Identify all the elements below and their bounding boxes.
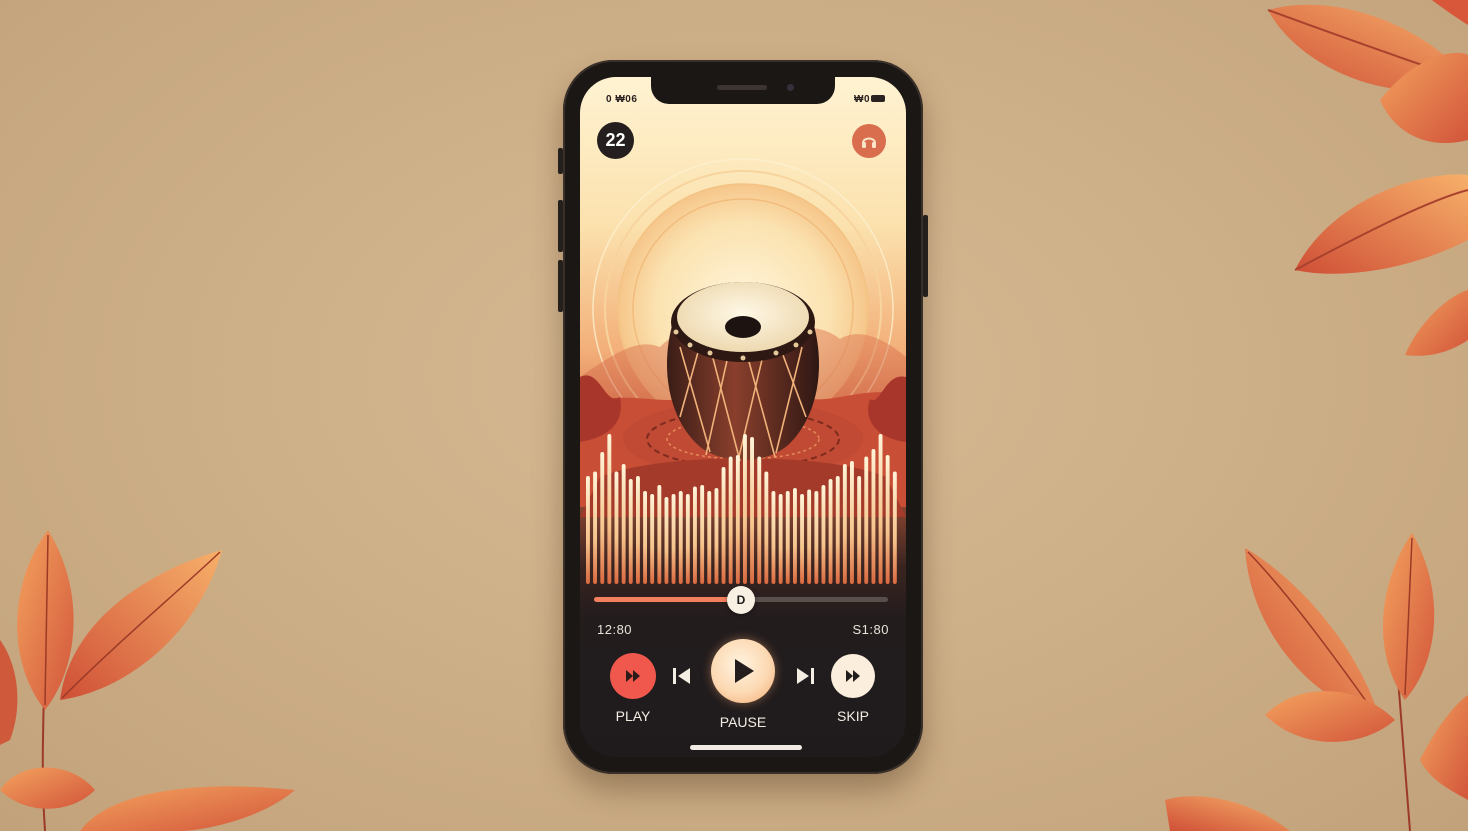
previous-icon	[673, 668, 690, 684]
visualizer-bar	[593, 471, 597, 584]
visualizer-bar	[771, 491, 776, 584]
visualizer-bar	[600, 452, 605, 584]
volume-up-button	[558, 200, 563, 252]
visualizer-bar	[828, 479, 833, 584]
visualizer-bar	[700, 485, 705, 584]
total-time: S1:80	[852, 622, 889, 637]
battery-icon	[871, 95, 885, 102]
play-icon	[735, 659, 754, 683]
visualizer-bar	[636, 476, 640, 584]
visualizer-bar	[850, 461, 854, 584]
progress-thumb[interactable]: D	[727, 586, 755, 614]
visualizer-bar	[821, 485, 826, 584]
visualizer-bar	[707, 491, 712, 584]
visualizer-bar	[586, 476, 590, 584]
earpiece-speaker	[717, 85, 767, 90]
play-pause-button[interactable]	[711, 639, 775, 703]
next-button[interactable]	[791, 666, 817, 691]
previous-button[interactable]	[670, 666, 696, 691]
power-button	[923, 215, 928, 297]
next-icon	[797, 668, 814, 684]
fast-forward-icon	[626, 670, 640, 682]
visualizer-bar	[814, 491, 819, 584]
visualizer-bar	[750, 437, 754, 584]
progress-fill	[594, 597, 741, 602]
visualizer-bar	[735, 455, 740, 584]
mute-switch	[558, 148, 563, 174]
visualizer-bar	[607, 434, 612, 584]
visualizer-bar	[728, 456, 733, 584]
phone-notch	[651, 77, 835, 104]
visualizer-bar	[671, 494, 676, 584]
visualizer-bar	[793, 488, 797, 584]
status-bar-left: 0 ₩06	[606, 94, 638, 105]
visualizer-bar	[835, 476, 840, 584]
visualizer-bar	[743, 434, 747, 584]
visualizer-bar	[878, 434, 883, 584]
leaf-cluster-top-right	[1267, 0, 1468, 356]
visualizer-bar	[764, 471, 769, 584]
visualizer-bar	[857, 476, 862, 584]
phone-device: 0 ₩06 ₩0 22 D 12:80 S1:80 PLAY PAUSE SKI…	[558, 60, 928, 774]
track-number-badge[interactable]: 22	[597, 122, 634, 159]
visualizer-bar	[693, 486, 697, 584]
play-label: PLAY	[615, 708, 651, 724]
visualizer-bar	[714, 488, 719, 584]
front-camera	[787, 84, 794, 91]
home-indicator	[690, 745, 802, 750]
visualizer-bar	[614, 471, 619, 584]
visualizer-bar	[628, 479, 633, 584]
visualizer-bar	[800, 494, 804, 584]
visualizer-bar	[664, 497, 669, 584]
leaf-cluster-bottom-right	[1165, 533, 1468, 831]
visualizer-bar	[757, 456, 762, 584]
play-button[interactable]	[610, 653, 656, 699]
visualizer-bar	[778, 494, 783, 584]
visualizer-bar	[643, 491, 647, 584]
visualizer-bar	[650, 494, 655, 584]
visualizer-bar	[871, 449, 876, 584]
visualizer-bar	[721, 467, 726, 584]
leaf-cluster-bottom-left	[0, 530, 295, 831]
album-artwork	[580, 158, 906, 584]
visualizer-bar	[842, 464, 847, 584]
visualizer-bar	[621, 464, 626, 584]
skip-button[interactable]	[831, 654, 875, 698]
skip-label: SKIP	[837, 708, 869, 724]
elapsed-time: 12:80	[597, 622, 633, 637]
headphones-icon[interactable]	[852, 124, 886, 158]
visualizer-bar	[807, 489, 812, 584]
app-screen: 0 ₩06 ₩0 22 D 12:80 S1:80 PLAY PAUSE SKI…	[580, 77, 906, 757]
volume-down-button	[558, 260, 563, 312]
visualizer-bar	[864, 456, 869, 584]
visualizer-bar	[785, 491, 790, 584]
visualizer-bar	[657, 485, 662, 584]
status-bar-right: ₩0	[854, 94, 870, 105]
pause-label: PAUSE	[719, 714, 767, 730]
visualizer-bar	[885, 455, 890, 584]
visualizer-bar	[685, 494, 690, 584]
visualizer-bar	[892, 471, 897, 584]
visualizer-bar	[678, 491, 683, 584]
skip-forward-icon	[846, 670, 860, 682]
